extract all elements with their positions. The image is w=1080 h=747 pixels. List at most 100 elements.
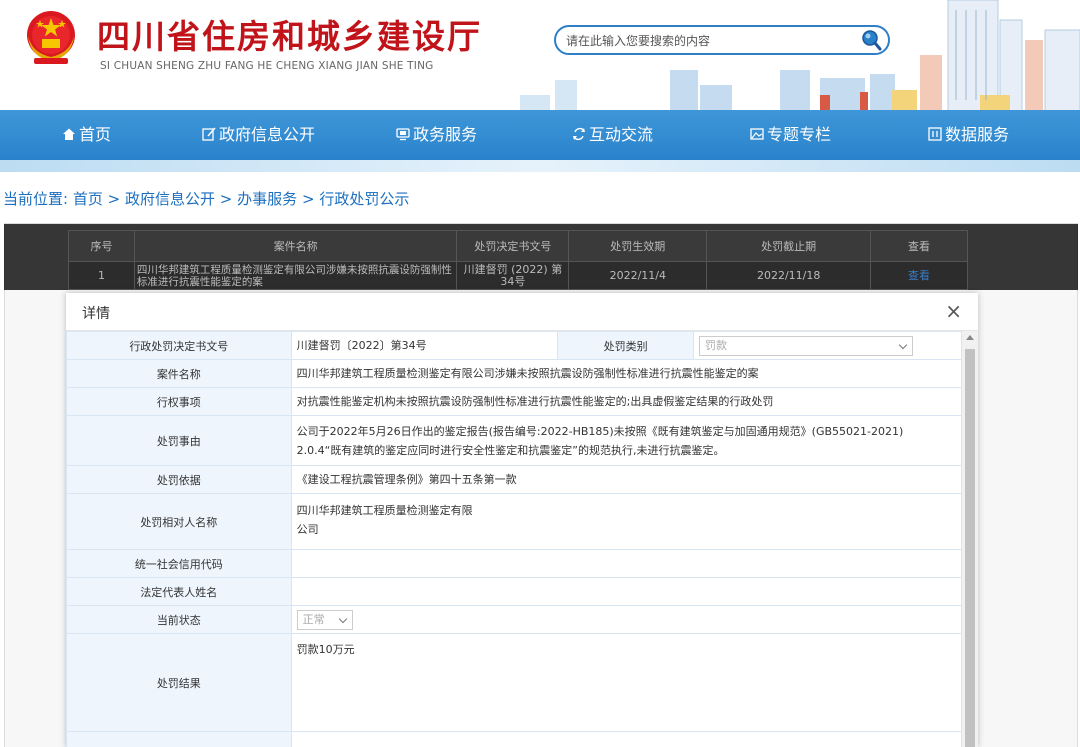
value-party: 四川华邦建筑工程质量检测鉴定有限 公司 <box>290 493 963 550</box>
detail-row: 案件名称 四川华邦建筑工程质量检测鉴定有限公司涉嫌未按照抗震设防强制性标准进行抗… <box>66 359 963 388</box>
main-nav: 首页 政府信息公开 政务服务 互动交流 专题专栏 数据服务 <box>0 110 1080 160</box>
detail-row <box>66 731 963 747</box>
search-icon[interactable] <box>858 27 884 53</box>
modal-body: 行政处罚决定书文号 川建督罚〔2022〕第34号 处罚类别 罚款 案件名称 四川… <box>66 331 978 747</box>
detail-row: 行政处罚决定书文号 川建督罚〔2022〕第34号 处罚类别 罚款 <box>66 331 962 360</box>
nav-label: 数据服务 <box>945 125 1010 144</box>
modal-scrollbar[interactable] <box>962 331 978 747</box>
cell-no: 1 <box>68 261 135 290</box>
col-view: 查看 <box>870 230 968 262</box>
breadcrumb-item-home[interactable]: 首页 <box>73 190 103 208</box>
data-icon <box>928 127 942 141</box>
home-icon <box>63 128 75 140</box>
label-credit-code: 统一社会信用代码 <box>66 549 292 578</box>
status-cell: 正常 <box>290 605 963 634</box>
modal-header: 详情 × <box>66 293 978 331</box>
nav-label: 首页 <box>79 125 112 144</box>
nav-item-interaction[interactable]: 互动交流 <box>572 110 653 160</box>
label-status: 当前状态 <box>66 605 292 634</box>
reason-line-2: 2.0.4“既有建筑的鉴定应同时进行安全性鉴定和抗震鉴定”的规范执行,未进行抗震… <box>296 443 725 457</box>
value-reason: 公司于2022年5月26日作出的鉴定报告(报告编号:2022-HB185)未按照… <box>290 415 963 466</box>
col-start: 处罚生效期 <box>568 230 708 262</box>
nav-item-data-service[interactable]: 数据服务 <box>928 110 1009 160</box>
detail-row: 处罚依据 《建设工程抗震管理条例》第四十五条第一款 <box>66 465 963 494</box>
label-decision-no: 行政处罚决定书文号 <box>66 331 292 360</box>
detail-row: 当前状态 正常 <box>66 605 963 634</box>
party-line-1: 四川华邦建筑工程质量检测鉴定有限 <box>296 504 473 517</box>
nav-item-gov-service[interactable]: 政务服务 <box>396 110 477 160</box>
national-emblem-icon <box>27 11 75 64</box>
category-cell: 罚款 <box>693 331 962 360</box>
label-result: 处罚结果 <box>66 633 292 732</box>
breadcrumb-separator: > <box>107 190 121 208</box>
nav-label: 互动交流 <box>589 125 654 144</box>
detail-table: 行政处罚决定书文号 川建督罚〔2022〕第34号 处罚类别 罚款 案件名称 四川… <box>66 331 963 747</box>
image-icon <box>750 128 764 140</box>
value-case-name: 四川华邦建筑工程质量检测鉴定有限公司涉嫌未按照抗震设防强制性标准进行抗震性能鉴定… <box>290 359 963 388</box>
label-case-name: 案件名称 <box>66 359 292 388</box>
value-legal-rep <box>290 577 963 606</box>
table-row: 1 四川华邦建筑工程质量检测鉴定有限公司涉嫌未按照抗震设防强制性标准进行抗震性能… <box>68 261 968 290</box>
breadcrumb-separator: > <box>219 190 233 208</box>
col-doc: 处罚决定书文号 <box>456 230 570 262</box>
nav-item-topics[interactable]: 专题专栏 <box>750 110 831 160</box>
category-select[interactable]: 罚款 <box>699 335 914 356</box>
detail-row: 统一社会信用代码 <box>66 549 963 578</box>
label-power: 行权事项 <box>66 387 292 416</box>
label-category: 处罚类别 <box>557 331 695 360</box>
site-subtitle: SI CHUAN SHENG ZHU FANG HE CHENG XIANG J… <box>100 60 434 72</box>
reason-line-1: 公司于2022年5月26日作出的鉴定报告(报告编号:2022-HB185)未按照… <box>296 424 904 438</box>
value-result: 罚款10万元 <box>290 633 963 732</box>
party-line-2: 公司 <box>296 523 319 536</box>
value-extra <box>290 731 963 747</box>
scroll-thumb[interactable] <box>965 349 975 747</box>
monitor-icon <box>396 128 410 141</box>
cell-name: 四川华邦建筑工程质量检测鉴定有限公司涉嫌未按照抗震设防强制性标准进行抗震性能鉴定… <box>133 261 458 290</box>
detail-row: 处罚事由 公司于2022年5月26日作出的鉴定报告(报告编号:2022-HB18… <box>66 415 963 466</box>
value-credit-code <box>290 549 963 578</box>
col-no: 序号 <box>68 230 135 262</box>
breadcrumb: 当前位置: 首页 > 政府信息公开 > 办事服务 > 行政处罚公示 <box>3 188 409 209</box>
site-header: 四川省住房和城乡建设厅 SI CHUAN SHENG ZHU FANG HE C… <box>0 0 1080 160</box>
nav-decoration-strip <box>0 160 1080 172</box>
search-input[interactable] <box>566 32 856 50</box>
breadcrumb-item-penalty[interactable]: 行政处罚公示 <box>319 190 409 208</box>
cell-doc: 川建督罚 (2022) 第34号 <box>456 261 570 290</box>
category-value: 罚款 <box>705 338 728 352</box>
nav-item-home[interactable]: 首页 <box>62 110 111 160</box>
value-basis: 《建设工程抗震管理条例》第四十五条第一款 <box>290 465 963 494</box>
exchange-icon <box>573 127 585 141</box>
search-box[interactable] <box>554 25 890 55</box>
edit-icon <box>202 127 216 141</box>
penalty-list-table: 序号 案件名称 处罚决定书文号 处罚生效期 处罚截止期 查看 1 四川华邦建筑工… <box>68 230 968 290</box>
breadcrumb-item-service[interactable]: 办事服务 <box>237 190 297 208</box>
label-party: 处罚相对人名称 <box>66 493 292 550</box>
label-extra <box>66 731 292 747</box>
nav-label: 政务服务 <box>413 125 478 144</box>
close-icon[interactable]: × <box>945 301 962 321</box>
chevron-down-icon <box>898 340 908 349</box>
status-value: 正常 <box>302 612 325 626</box>
status-select[interactable]: 正常 <box>296 609 353 630</box>
scroll-up-arrow-icon[interactable] <box>966 335 974 340</box>
site-title: 四川省住房和城乡建设厅 <box>97 17 482 56</box>
table-header-row: 序号 案件名称 处罚决定书文号 处罚生效期 处罚截止期 查看 <box>68 230 968 262</box>
label-legal-rep: 法定代表人姓名 <box>66 577 292 606</box>
breadcrumb-item-gov-info[interactable]: 政府信息公开 <box>125 190 215 208</box>
view-link[interactable]: 查看 <box>870 261 968 290</box>
col-name: 案件名称 <box>133 230 458 262</box>
modal-title: 详情 <box>82 306 110 322</box>
breadcrumb-prefix: 当前位置: <box>3 190 69 208</box>
detail-row: 法定代表人姓名 <box>66 577 963 606</box>
cell-end: 2022/11/18 <box>706 261 872 290</box>
chevron-down-icon <box>338 614 347 623</box>
col-end: 处罚截止期 <box>706 230 872 262</box>
value-decision-no: 川建督罚〔2022〕第34号 <box>290 331 559 360</box>
value-power: 对抗震性能鉴定机构未按照抗震设防强制性标准进行抗震性能鉴定的;出具虚假鉴定结果的… <box>290 387 963 416</box>
cell-start: 2022/11/4 <box>568 261 708 290</box>
nav-label: 专题专栏 <box>767 125 832 144</box>
breadcrumb-separator: > <box>301 190 315 208</box>
nav-label: 政府信息公开 <box>219 125 316 144</box>
detail-row: 处罚相对人名称 四川华邦建筑工程质量检测鉴定有限 公司 <box>66 493 963 550</box>
nav-item-gov-info[interactable]: 政府信息公开 <box>202 110 315 160</box>
